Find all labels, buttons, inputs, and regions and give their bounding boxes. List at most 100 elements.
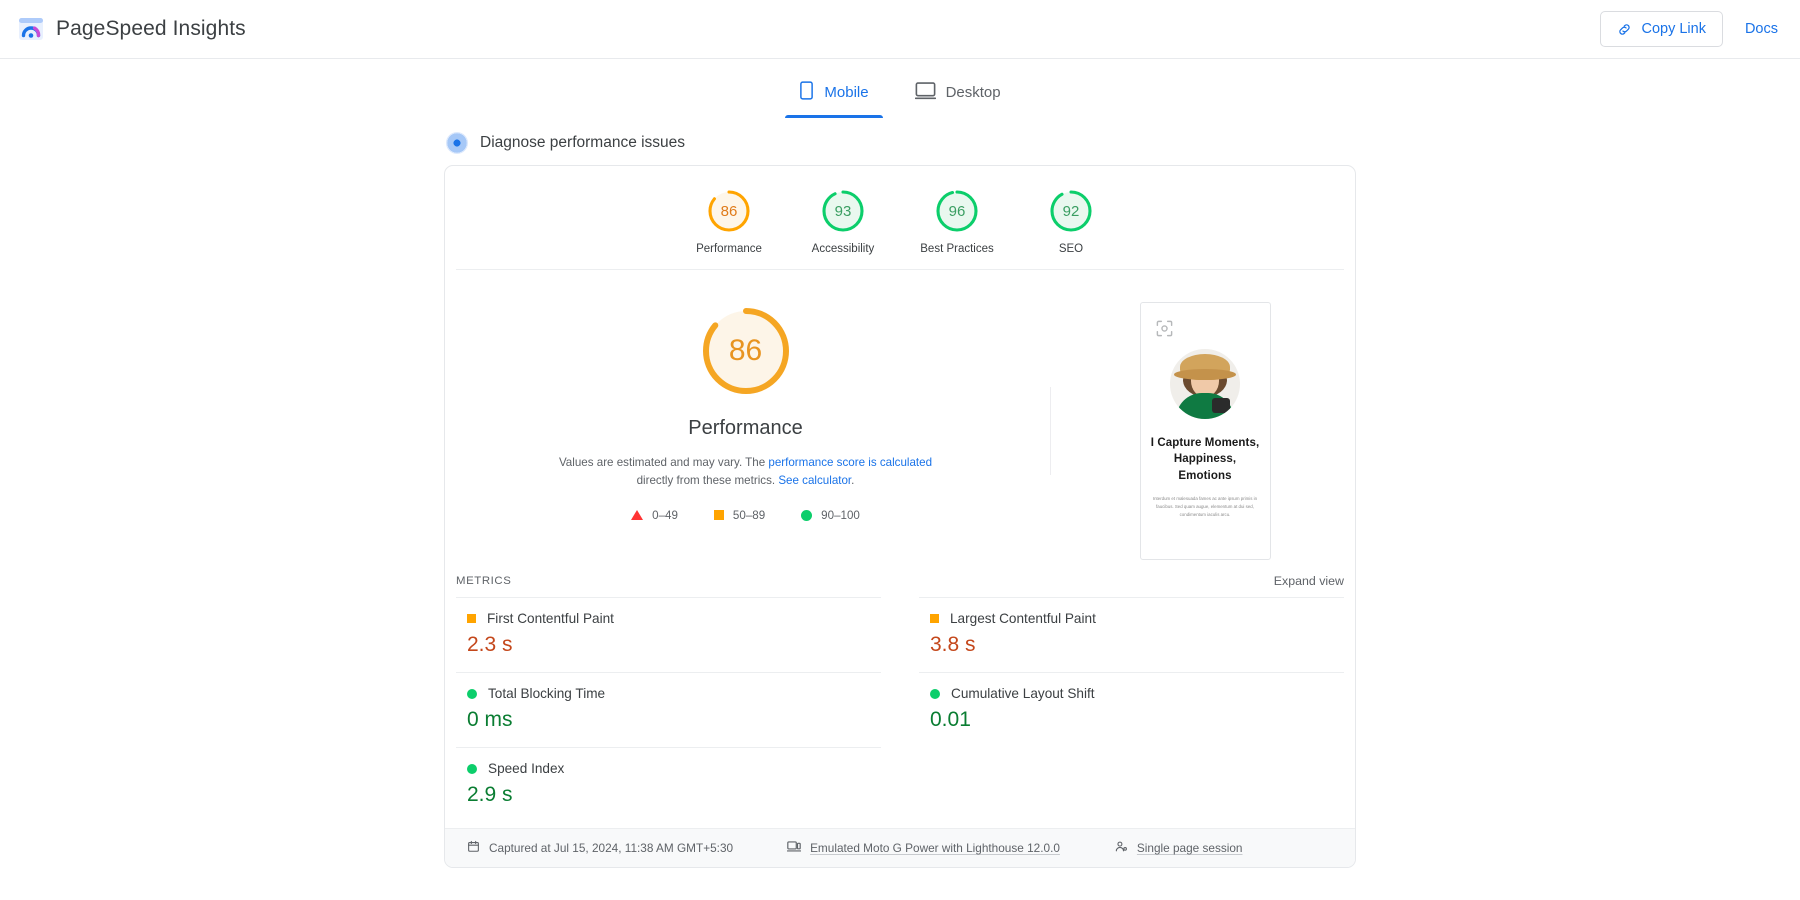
category-score-accessibility[interactable]: 93 Accessibility <box>786 188 900 255</box>
metric-cumulative-layout-shift[interactable]: Cumulative Layout Shift 0.01 <box>919 672 1344 747</box>
metric-name: Total Blocking Time <box>488 686 606 701</box>
metrics-title: METRICS <box>456 575 512 587</box>
screenshot-thumbnail[interactable]: I Capture Moments, Happiness, Emotions I… <box>1139 302 1271 560</box>
legend-label-good: 90–100 <box>821 508 860 522</box>
report-footer: Captured at Jul 15, 2024, 11:38 AM GMT+5… <box>445 828 1355 867</box>
report-card: 86 Performance 93 Accessibility 96 Best … <box>444 165 1356 868</box>
loading-dot-icon <box>446 132 468 154</box>
tab-desktop-label: Desktop <box>945 84 1001 101</box>
link-icon <box>1617 22 1632 37</box>
metric-value: 3.8 s <box>930 633 976 656</box>
metric-name: Speed Index <box>488 761 565 776</box>
estimate-note-part3: . <box>851 473 855 487</box>
app-header: PageSpeed Insights Copy Link Docs <box>0 0 1800 59</box>
metric-value: 2.9 s <box>467 783 513 806</box>
page-content: Diagnose performance issues 86 Performan… <box>444 132 1356 868</box>
footer-session-label[interactable]: Single page session <box>1137 841 1243 855</box>
expand-screenshot-icon[interactable] <box>1155 319 1174 338</box>
docs-link[interactable]: Docs <box>1745 21 1778 37</box>
gauge-accessibility-label: Accessibility <box>811 243 875 255</box>
gauge-performance-label: Performance <box>696 243 762 255</box>
metric-total-blocking-time[interactable]: Total Blocking Time 0 ms <box>456 672 881 747</box>
metric-header: First Contentful Paint <box>467 611 881 626</box>
copy-link-label: Copy Link <box>1641 21 1706 37</box>
diagnose-row: Diagnose performance issues <box>444 132 1356 154</box>
calendar-icon <box>467 840 480 856</box>
category-score-row: 86 Performance 93 Accessibility 96 Best … <box>456 166 1344 270</box>
estimate-note-part1: Values are estimated and may vary. The <box>558 456 769 469</box>
square-icon <box>467 614 476 623</box>
device-tabs: Mobile Desktop <box>0 73 1800 118</box>
tab-mobile[interactable]: Mobile <box>785 73 883 118</box>
gauge-best-practices: 96 <box>934 188 980 234</box>
footer-device[interactable]: Emulated Moto G Power with Lighthouse 12… <box>786 840 1060 856</box>
main-gauge: 86 <box>697 302 795 400</box>
circle-icon <box>467 763 477 774</box>
estimate-note: Values are estimated and may vary. The p… <box>546 454 946 490</box>
legend-item-good: 90–100 <box>801 509 860 522</box>
gauge-performance-value: 86 <box>720 202 738 220</box>
category-score-best-practices[interactable]: 96 Best Practices <box>900 188 1014 255</box>
screenshot-heading: I Capture Moments, Happiness, Emotions <box>1150 437 1260 482</box>
gauge-seo-value: 92 <box>1062 202 1080 220</box>
metrics-header: METRICS Expand view <box>445 574 1355 588</box>
footer-device-label[interactable]: Emulated Moto G Power with Lighthouse 12… <box>810 841 1060 855</box>
circle-icon <box>930 688 940 699</box>
category-score-seo[interactable]: 92 SEO <box>1014 188 1128 255</box>
diagnose-label: Diagnose performance issues <box>480 134 686 151</box>
pagespeed-logo-icon <box>18 16 44 42</box>
session-icon <box>1114 840 1128 856</box>
gauge-best-practices-label: Best Practices <box>920 243 994 255</box>
screenshot-body-text: Interdum et malesuada fames ac ante ipsu… <box>1152 495 1258 518</box>
performance-summary: 86 Performance Values are estimated and … <box>445 270 1355 572</box>
metric-header: Cumulative Layout Shift <box>930 686 1344 701</box>
metric-name: Largest Contentful Paint <box>950 611 1096 626</box>
metric-largest-contentful-paint[interactable]: Largest Contentful Paint 3.8 s <box>919 597 1344 672</box>
main-gauge-value: 86 <box>728 334 763 367</box>
metrics-grid: First Contentful Paint 2.3 s Largest Con… <box>445 597 1355 822</box>
metric-first-contentful-paint[interactable]: First Contentful Paint 2.3 s <box>456 597 881 672</box>
copy-link-button[interactable]: Copy Link <box>1600 11 1723 47</box>
performance-score-link[interactable]: performance score is calculated <box>768 456 932 469</box>
metric-value: 0 ms <box>467 708 513 731</box>
gauge-seo: 92 <box>1048 188 1094 234</box>
screenshot-hero-photo <box>1170 349 1240 419</box>
tab-mobile-label: Mobile <box>824 84 869 101</box>
mobile-icon <box>799 81 814 104</box>
header-actions: Copy Link Docs <box>1600 11 1778 47</box>
vertical-divider <box>1050 387 1051 475</box>
metric-value: 2.3 s <box>467 633 513 656</box>
estimate-note-part2: directly from these metrics. <box>636 473 779 487</box>
metric-header: Largest Contentful Paint <box>930 611 1344 626</box>
gauge-accessibility-value: 93 <box>834 202 852 220</box>
desktop-icon <box>914 81 936 104</box>
metrics-grid-spacer <box>919 747 1344 822</box>
footer-captured-at-label: Captured at Jul 15, 2024, 11:38 AM GMT+5… <box>489 841 734 855</box>
circle-icon <box>801 509 813 521</box>
metric-speed-index[interactable]: Speed Index 2.9 s <box>456 747 881 822</box>
metric-header: Total Blocking Time <box>467 686 881 701</box>
metric-header: Speed Index <box>467 761 881 776</box>
footer-session[interactable]: Single page session <box>1114 840 1243 856</box>
metric-name: First Contentful Paint <box>487 611 614 626</box>
circle-icon <box>467 688 477 699</box>
brand: PageSpeed Insights <box>18 16 246 42</box>
category-score-performance[interactable]: 86 Performance <box>672 188 786 255</box>
legend-label-average: 50–89 <box>732 508 766 522</box>
legend-label-poor: 0–49 <box>652 508 678 522</box>
gauge-seo-label: SEO <box>1058 243 1084 255</box>
device-icon <box>786 840 802 856</box>
screenshot-panel: I Capture Moments, Happiness, Emotions I… <box>1055 302 1355 560</box>
main-gauge-label: Performance <box>688 417 803 439</box>
gauge-accessibility: 93 <box>820 188 866 234</box>
triangle-icon <box>631 510 644 521</box>
expand-view-link[interactable]: Expand view <box>1274 574 1344 588</box>
see-calculator-link[interactable]: See calculator <box>778 474 851 487</box>
square-icon <box>930 614 939 623</box>
performance-gauge-block: 86 Performance Values are estimated and … <box>445 302 1046 560</box>
gauge-performance: 86 <box>706 188 752 234</box>
app-title: PageSpeed Insights <box>56 17 246 40</box>
tab-desktop[interactable]: Desktop <box>901 73 1015 118</box>
score-legend: 0–49 50–89 90–100 <box>631 509 860 522</box>
legend-item-poor: 0–49 <box>631 509 678 522</box>
